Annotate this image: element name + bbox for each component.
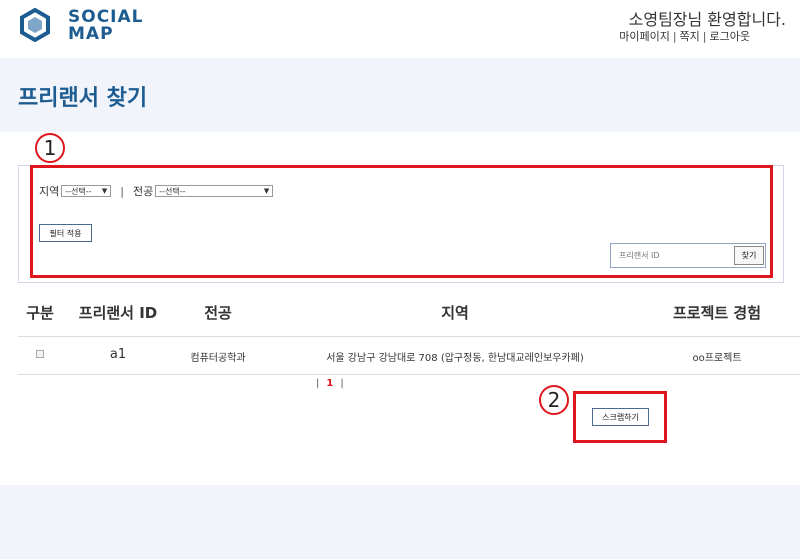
table-header: 구분 프리랜서 ID 전공 지역 프로젝트 경험	[18, 297, 800, 337]
logo-icon	[20, 8, 50, 42]
row-checkbox[interactable]	[36, 350, 44, 358]
header: SOCIAL MAP 소영팀장님 환영합니다. 마이페이지 | 쪽지 | 로그아웃	[0, 0, 800, 58]
messages-link[interactable]: 쪽지	[680, 30, 700, 43]
welcome-message: 소영팀장님 환영합니다.	[628, 10, 786, 29]
page-title: 프리랜서 찾기	[18, 86, 148, 111]
footer	[0, 485, 800, 559]
header-project-experience: 프로젝트 경험	[672, 304, 762, 322]
cell-major: 컴퓨터공학과	[190, 353, 246, 364]
annotation-box-1	[30, 165, 773, 278]
pagination-separator: |	[316, 378, 320, 389]
header-freelancer-id: 프리랜서 ID	[78, 304, 158, 322]
pagination: | 1 |	[316, 378, 344, 389]
main-content: 지역 --선택-- ▼ | 전공 --선택-- ▼ 필터 적용 찾기 1 구분 …	[0, 132, 800, 485]
social-map-logo[interactable]: SOCIAL MAP	[18, 6, 158, 46]
header-region: 지역	[441, 304, 469, 322]
cell-project-experience: oo프로젝트	[692, 353, 742, 364]
header-category: 구분	[26, 304, 54, 322]
user-links: 마이페이지 | 쪽지 | 로그아웃	[619, 28, 750, 44]
table-row: a1 컴퓨터공학과 서울 강남구 강남대로 708 (압구정동, 한남대교레인보…	[18, 337, 800, 375]
logo-text-map: MAP	[68, 24, 114, 44]
title-band: 프리랜서 찾기	[0, 58, 800, 132]
annotation-number-1: 1	[35, 133, 65, 163]
mypage-link[interactable]: 마이페이지	[619, 30, 670, 43]
cell-freelancer-id[interactable]: a1	[110, 347, 126, 362]
cell-region: 서울 강남구 강남대로 708 (압구정동, 한남대교레인보우카페)	[326, 353, 584, 364]
pagination-separator: |	[340, 378, 344, 389]
header-major: 전공	[204, 304, 232, 322]
page-1-link[interactable]: 1	[326, 378, 333, 389]
link-separator: |	[672, 30, 677, 43]
annotation-number-2: 2	[539, 385, 569, 415]
annotation-box-2	[573, 391, 667, 443]
link-separator: |	[702, 30, 707, 43]
logout-link[interactable]: 로그아웃	[710, 30, 750, 43]
